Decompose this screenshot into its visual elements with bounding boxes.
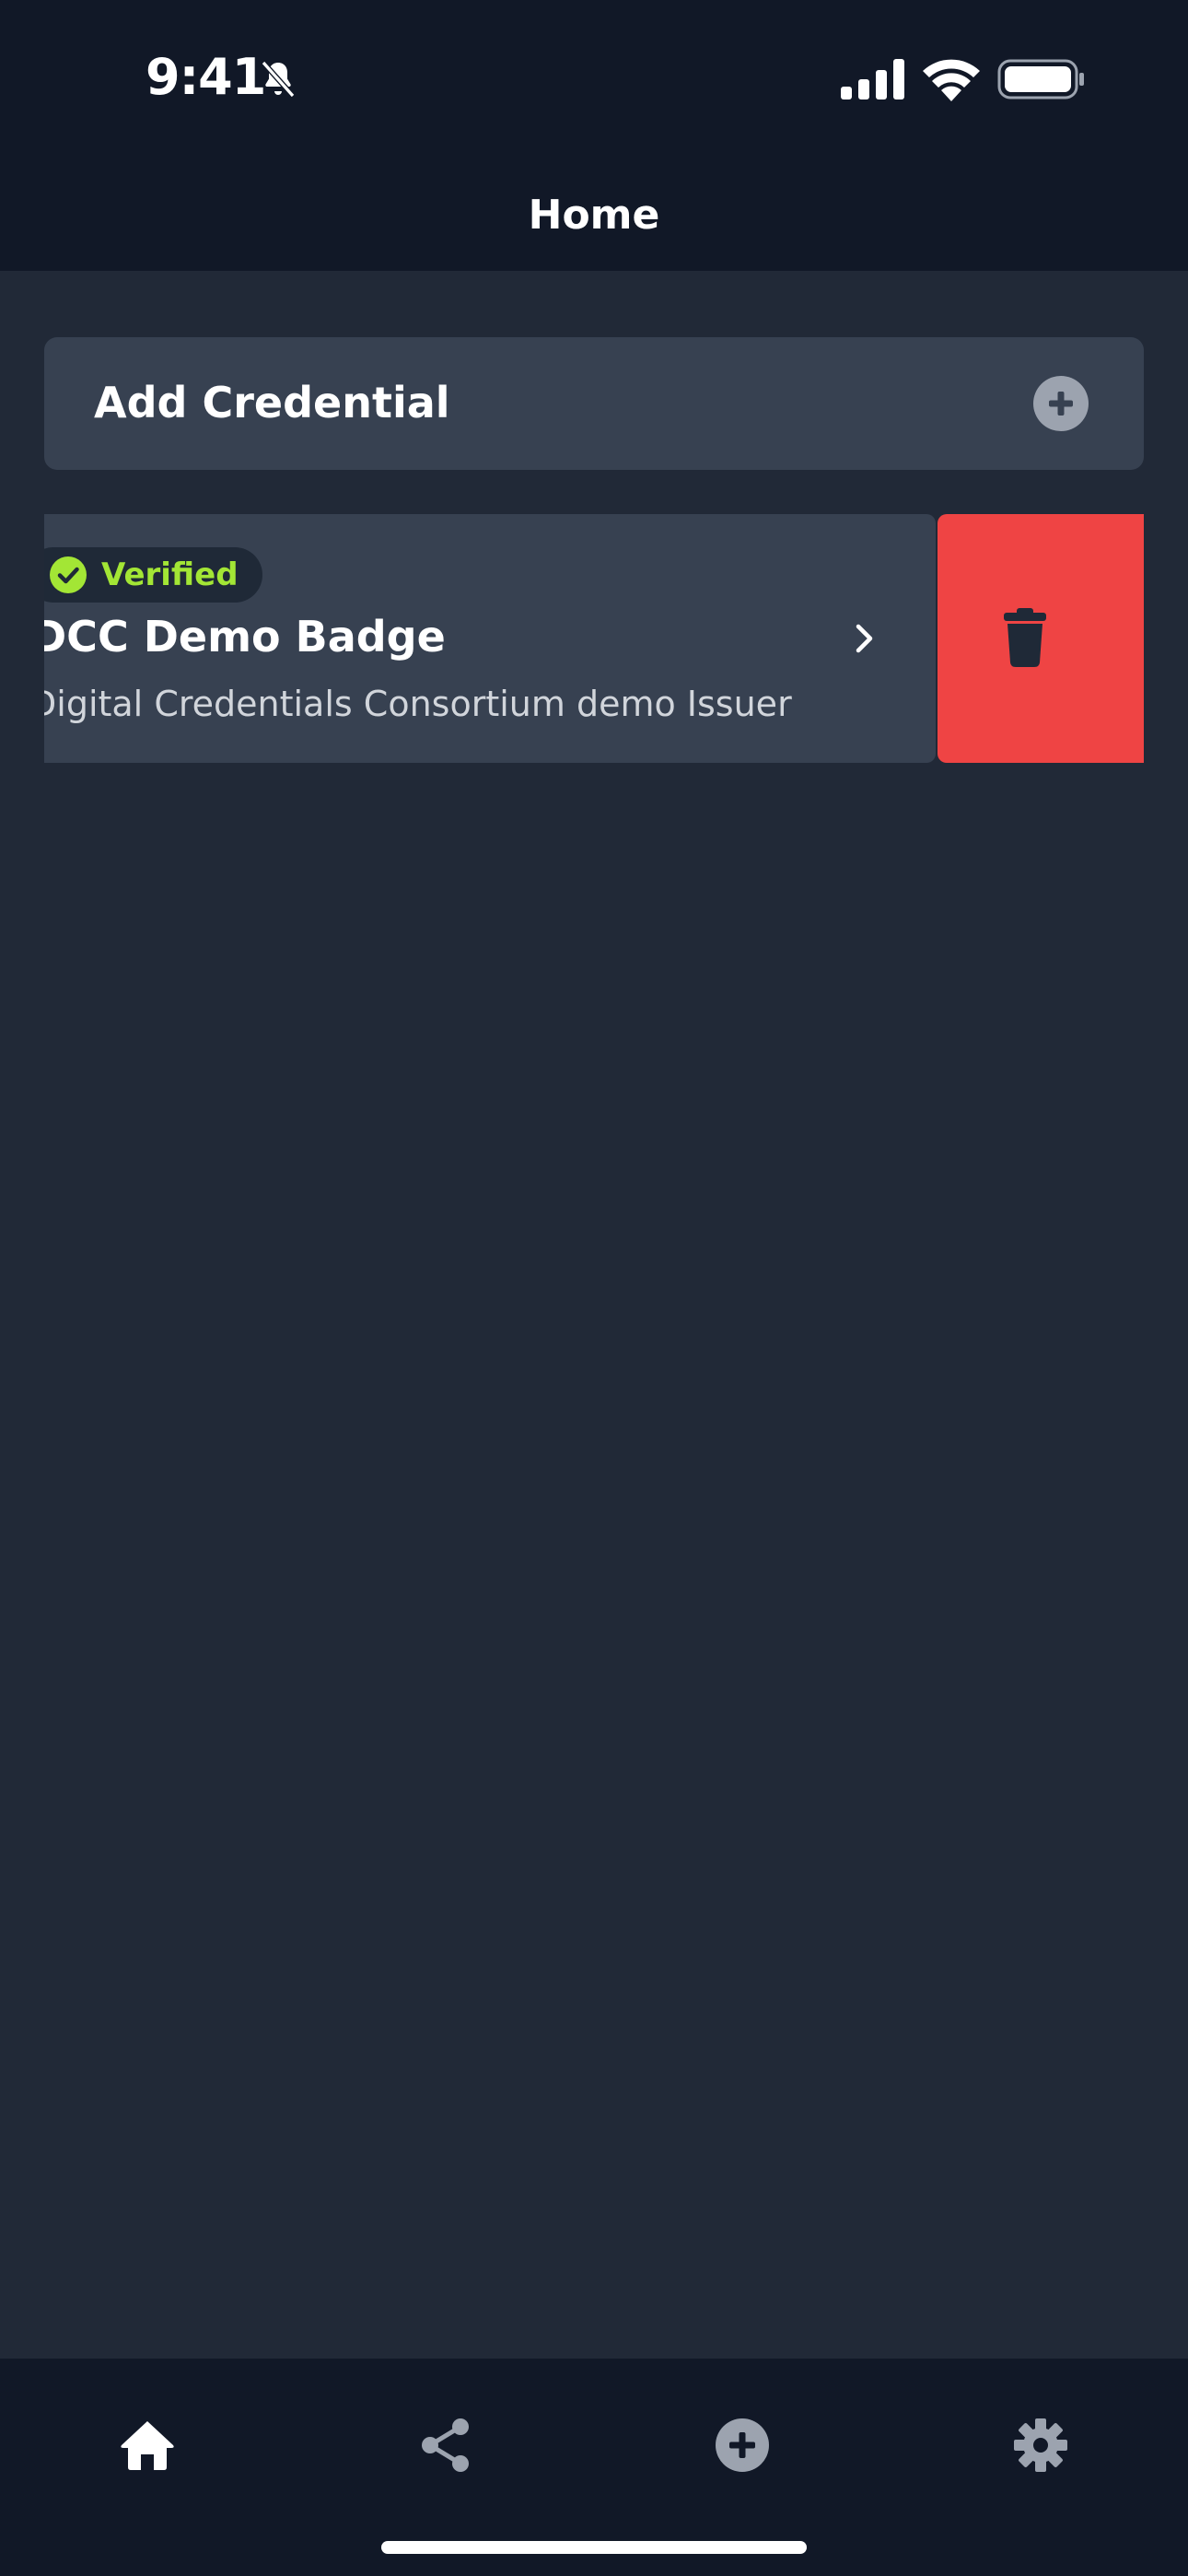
tab-home[interactable] <box>92 2395 203 2497</box>
credential-card[interactable]: Verified DCC Demo Badge Digital Credenti… <box>44 514 936 763</box>
add-credential-label: Add Credential <box>94 378 450 427</box>
page-title: Home <box>528 192 660 239</box>
tab-add[interactable] <box>687 2395 798 2497</box>
battery-icon <box>997 59 1084 100</box>
tab-share[interactable] <box>390 2395 501 2497</box>
credential-title: DCC Demo Badge <box>44 612 446 662</box>
wifi-icon <box>923 59 980 101</box>
verified-label: Verified <box>101 556 239 593</box>
plus-circle-icon <box>1033 376 1089 431</box>
status-bar: 9:41 <box>0 0 1188 157</box>
tab-settings[interactable] <box>985 2395 1096 2497</box>
cellular-signal-icon <box>841 59 904 100</box>
credential-row: Verified DCC Demo Badge Digital Credenti… <box>44 514 1144 763</box>
trash-icon <box>1004 608 1046 667</box>
status-time: 9:41 <box>146 48 266 106</box>
navigation-header: Home <box>0 157 1188 271</box>
check-circle-icon <box>50 556 87 593</box>
verified-badge: Verified <box>44 547 262 603</box>
delete-credential-button[interactable] <box>938 514 1144 763</box>
chevron-right-icon <box>856 624 873 653</box>
bell-muted-icon <box>261 61 296 98</box>
add-credential-button[interactable]: Add Credential <box>44 337 1144 470</box>
gear-icon <box>1014 2418 1067 2472</box>
home-indicator[interactable] <box>381 2541 807 2554</box>
add-circle-icon <box>716 2418 769 2472</box>
share-icon <box>422 2418 469 2472</box>
credential-issuer: Digital Credentials Consortium demo Issu… <box>44 684 792 724</box>
home-icon <box>121 2421 174 2470</box>
